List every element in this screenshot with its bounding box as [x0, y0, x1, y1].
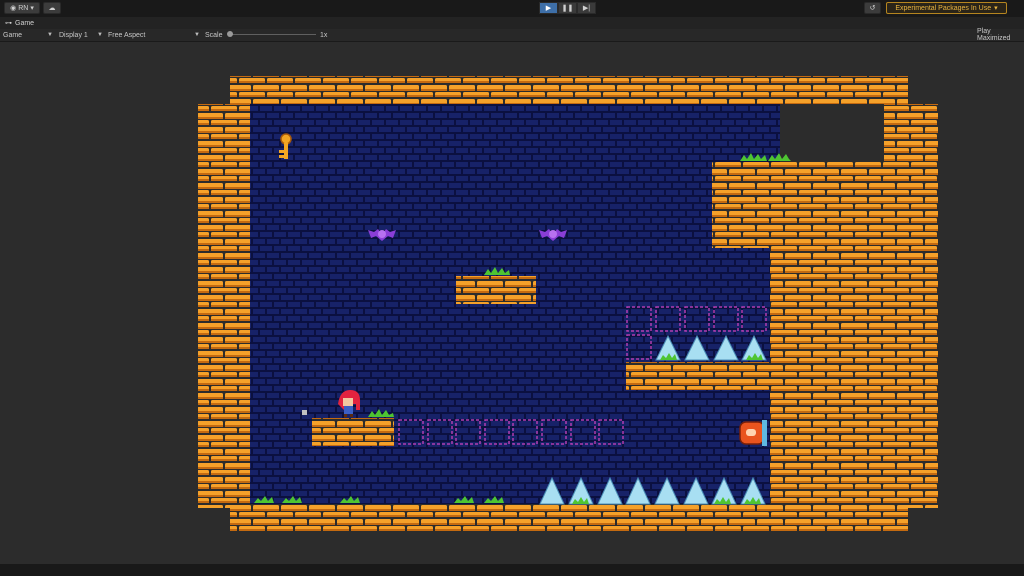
chevron-down-icon: ▼: [47, 32, 53, 38]
experimental-packages-dropdown[interactable]: Experimental Packages In Use ▾: [886, 2, 1007, 14]
play-controls: ▶ ❚❚ ▶|: [539, 2, 596, 14]
chevron-down-icon: ▼: [97, 32, 103, 38]
level-scene: [198, 76, 938, 532]
history-button[interactable]: ↺: [864, 2, 881, 14]
ledge-platform: [626, 362, 774, 390]
editor-status-bar: [0, 564, 1024, 576]
game-viewport[interactable]: [0, 42, 1024, 564]
experimental-label: Experimental Packages In Use: [895, 4, 992, 12]
scale-slider[interactable]: [230, 34, 316, 35]
scale-label: Scale: [205, 31, 223, 39]
step-icon: ▶|: [582, 5, 591, 12]
tab-bar: ⊶ Game: [0, 17, 1024, 29]
step-button[interactable]: ▶|: [577, 2, 596, 14]
game-view-controls: Game ▼ Display 1 ▼ Free Aspect ▼ Scale 1…: [0, 28, 1024, 42]
gamepad-icon: ⊶: [5, 20, 12, 27]
pause-button[interactable]: ❚❚: [558, 2, 577, 14]
play-icon: ▶: [545, 5, 552, 12]
tab-game[interactable]: ⊶ Game: [0, 17, 39, 29]
scale-slider-handle[interactable]: [227, 31, 233, 37]
view-mode-dropdown[interactable]: Game ▼: [3, 29, 53, 41]
background-wall: [250, 104, 780, 508]
history-icon: ↺: [869, 5, 876, 12]
view-mode-label: Game: [3, 31, 23, 39]
chevron-down-icon: ▼: [194, 32, 200, 38]
account-label: RN: [18, 4, 29, 12]
chevron-down-icon: ▾: [30, 5, 34, 12]
play-button[interactable]: ▶: [539, 2, 558, 14]
account-dropdown[interactable]: ◉ RN ▾: [4, 2, 40, 14]
bullet-projectile: [302, 410, 307, 415]
tab-game-label: Game: [15, 19, 35, 27]
floating-platform: [456, 276, 536, 304]
play-maximized-toggle[interactable]: Play Maximized: [977, 28, 1024, 42]
cannon-icon: [739, 420, 767, 446]
editor-toolbar: ◉ RN ▾ ☁ ▶ ❚❚ ▶| ↺ Experimental Packages…: [0, 0, 1024, 18]
display-label: Display 1: [59, 31, 88, 39]
start-platform: [312, 418, 394, 446]
display-dropdown[interactable]: Display 1 ▼: [59, 29, 103, 41]
pause-icon: ❚❚: [561, 5, 574, 12]
aspect-dropdown[interactable]: Free Aspect ▼: [108, 29, 200, 41]
aspect-label: Free Aspect: [108, 31, 146, 39]
cloud-button[interactable]: ☁: [43, 2, 61, 14]
chevron-down-icon: ▾: [994, 5, 998, 12]
account-icon: ◉: [10, 5, 17, 12]
cloud-icon: ☁: [48, 5, 56, 12]
scale-value: 1x: [320, 31, 328, 39]
